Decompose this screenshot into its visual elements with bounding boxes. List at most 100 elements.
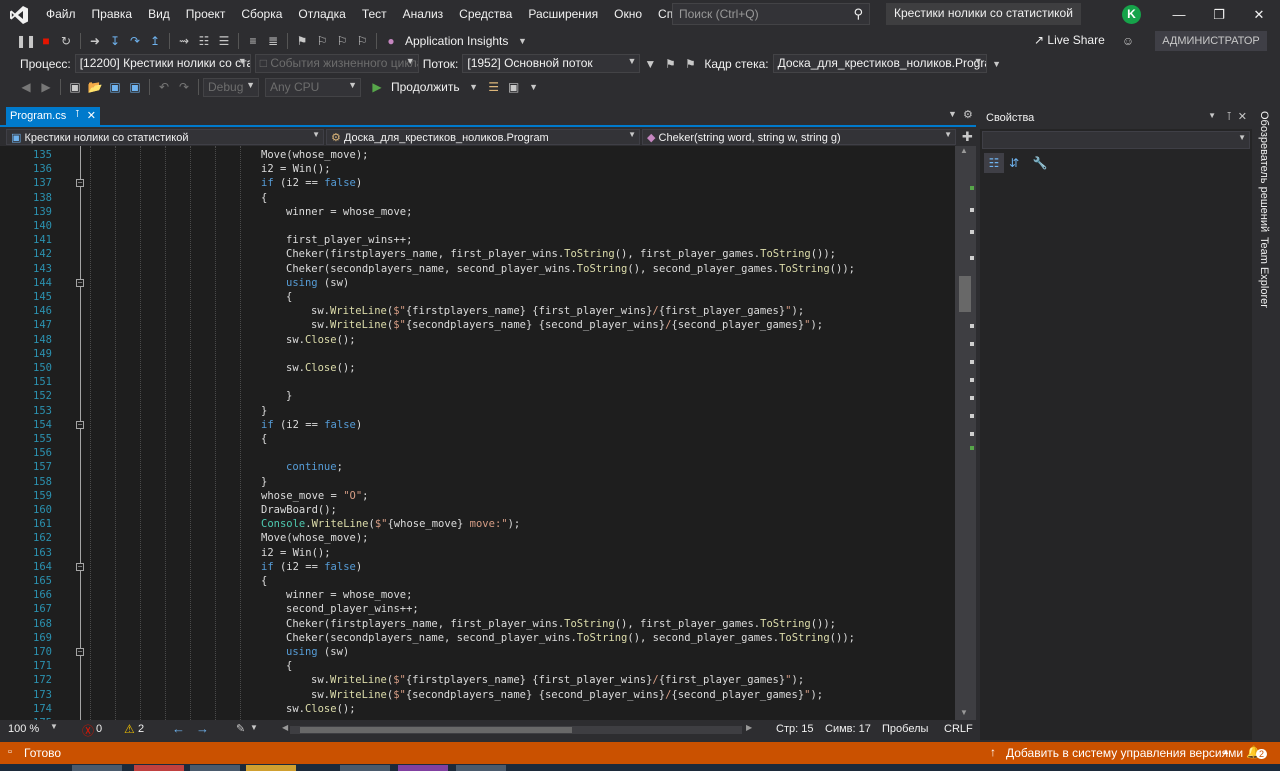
tab-program-cs[interactable]: Program.cs ⊺ ✕ bbox=[6, 107, 100, 127]
code-line[interactable]: 144 − using (sw) bbox=[0, 276, 955, 290]
cursor-line[interactable]: Стр: 15 bbox=[776, 723, 813, 735]
code-line[interactable]: 166 winner = whose_move; bbox=[0, 588, 955, 602]
taskbar-app[interactable] bbox=[456, 765, 506, 771]
code-line[interactable]: 145 { bbox=[0, 290, 955, 304]
code-line[interactable]: 164 − if (i2 == false) bbox=[0, 560, 955, 574]
open-file-icon[interactable]: 📂 bbox=[85, 77, 105, 97]
arrow-right-icon[interactable]: → bbox=[196, 721, 209, 736]
class-select[interactable]: ⚙ Доска_для_крестиков_ноликов.Program ▼ bbox=[326, 129, 640, 145]
restart-icon[interactable]: ↻ bbox=[56, 31, 76, 51]
arrow-left-icon[interactable]: ← bbox=[172, 721, 185, 736]
format-icon[interactable]: ≡ bbox=[243, 31, 263, 51]
minimize-icon[interactable]: — bbox=[1164, 0, 1194, 29]
code-line[interactable]: 174 sw.Close(); bbox=[0, 702, 955, 716]
code-line[interactable]: 170 − using (sw) bbox=[0, 645, 955, 659]
menu-item-9[interactable]: Расширения bbox=[520, 0, 606, 29]
toolbar-options-icon[interactable]: ▼ bbox=[987, 54, 1007, 74]
show-next-statement-icon[interactable]: ➜ bbox=[85, 31, 105, 51]
collapse-icon[interactable]: − bbox=[76, 420, 84, 429]
solution-explorer-tab[interactable]: Обозреватель решений bbox=[1258, 111, 1270, 232]
continue-icon[interactable]: ▶ bbox=[367, 77, 387, 97]
scroll-left-icon[interactable]: ◀ bbox=[282, 723, 288, 732]
feedback-icon[interactable]: ☺ bbox=[1118, 31, 1138, 51]
code-line[interactable]: 147 sw.WriteLine($"{secondplayers_name} {… bbox=[0, 318, 955, 332]
code-line[interactable]: 172 sw.WriteLine($"{firstplayers_name} {f… bbox=[0, 673, 955, 687]
next-bookmark-icon[interactable]: ⚐ bbox=[332, 31, 352, 51]
code-line[interactable]: 149 bbox=[0, 347, 955, 361]
project-select[interactable]: ▣ Крестики нолики со статистикой ▼ bbox=[6, 129, 324, 145]
code-line[interactable]: 153} bbox=[0, 404, 955, 418]
comment-icon[interactable]: ≣ bbox=[263, 31, 283, 51]
scroll-up-icon[interactable]: ▲ bbox=[960, 146, 968, 155]
menu-item-2[interactable]: Вид bbox=[140, 0, 178, 29]
search-icon[interactable]: ⚲ bbox=[853, 6, 863, 22]
code-line[interactable]: 161 Console.WriteLine($"{whose_move} move… bbox=[0, 517, 955, 531]
taskbar-app[interactable] bbox=[72, 765, 122, 771]
chevron-down-icon[interactable]: ▼ bbox=[512, 31, 532, 51]
hot-reload-icon[interactable]: ⇝ bbox=[174, 31, 194, 51]
scroll-right-icon[interactable]: ▶ bbox=[746, 723, 752, 732]
menu-item-5[interactable]: Отладка bbox=[290, 0, 353, 29]
menu-item-1[interactable]: Правка bbox=[84, 0, 141, 29]
member-select[interactable]: ◆ Cheker(string word, string w, string g… bbox=[642, 129, 956, 145]
menu-item-7[interactable]: Анализ bbox=[395, 0, 452, 29]
code-line[interactable]: 156 bbox=[0, 446, 955, 460]
filter-icon[interactable]: ▼ bbox=[640, 54, 660, 74]
cursor-column[interactable]: Симв: 17 bbox=[825, 723, 871, 735]
visual-studio-logo-icon[interactable] bbox=[0, 0, 38, 29]
line-endings[interactable]: CRLF bbox=[944, 723, 973, 735]
toolbar-options-icon[interactable]: ▼ bbox=[524, 77, 544, 97]
live-share-button[interactable]: ↗ Live Share bbox=[1034, 33, 1105, 47]
pin-icon[interactable]: ⊺ bbox=[75, 109, 80, 120]
menu-item-8[interactable]: Средства bbox=[451, 0, 520, 29]
brush-icon[interactable]: ✎ bbox=[236, 722, 245, 735]
error-count[interactable]: 0 bbox=[96, 723, 102, 735]
menu-item-4[interactable]: Сборка bbox=[233, 0, 290, 29]
chevron-down-icon[interactable]: ▼ bbox=[250, 723, 258, 732]
thread-select[interactable]: [1952] Основной поток ▼ bbox=[462, 54, 641, 73]
pin-icon[interactable]: ⊺ bbox=[1226, 110, 1232, 123]
code-line[interactable]: 139 winner = whose_move; bbox=[0, 205, 955, 219]
settings-gear-icon[interactable]: ⚙ bbox=[963, 108, 973, 121]
code-line[interactable]: 160 DrawBoard(); bbox=[0, 503, 955, 517]
threads-icon[interactable]: ☰ bbox=[214, 31, 234, 51]
editor-horizontal-scrollbar[interactable] bbox=[290, 726, 742, 734]
chevron-up-icon[interactable]: ▲ bbox=[1222, 747, 1230, 756]
team-explorer-tab[interactable]: Team Explorer bbox=[1258, 237, 1270, 308]
undo-icon[interactable]: ↶ bbox=[154, 77, 174, 97]
scroll-down-icon[interactable]: ▼ bbox=[960, 708, 968, 717]
navigate-back-icon[interactable]: ◀ bbox=[16, 77, 36, 97]
taskbar-app[interactable] bbox=[398, 765, 448, 771]
chevron-down-icon[interactable]: ▼ bbox=[1208, 111, 1216, 120]
taskbar-app[interactable] bbox=[190, 765, 240, 771]
warning-count[interactable]: 2 bbox=[138, 723, 144, 735]
code-line[interactable]: 173 sw.WriteLine($"{secondplayers_name} {… bbox=[0, 688, 955, 702]
hex-icon[interactable]: ☷ bbox=[194, 31, 214, 51]
categorized-icon[interactable]: ☷ bbox=[984, 153, 1004, 173]
code-editor[interactable]: 135 Move(whose_move); 136 i2 = Win(); 137 − if… bbox=[0, 146, 955, 720]
zoom-level[interactable]: 100 % bbox=[8, 723, 39, 735]
code-line[interactable]: 140 bbox=[0, 219, 955, 233]
stackframe-select[interactable]: Доска_для_крестиков_ноликов.Program ▼ bbox=[772, 54, 987, 73]
bookmark-icon[interactable]: ⚑ bbox=[292, 31, 312, 51]
code-line[interactable]: 151 bbox=[0, 375, 955, 389]
close-icon[interactable]: ✕ bbox=[1238, 110, 1247, 123]
search-input[interactable]: Поиск (Ctrl+Q) ⚲ bbox=[672, 3, 870, 25]
close-icon[interactable]: ✕ bbox=[1244, 0, 1274, 29]
code-line[interactable]: 159 whose_move = "O"; bbox=[0, 489, 955, 503]
collapse-icon[interactable]: − bbox=[76, 278, 84, 287]
editor-vertical-scrollbar[interactable]: ▲ ▼ bbox=[955, 146, 976, 720]
code-line[interactable]: 162 Move(whose_move); bbox=[0, 531, 955, 545]
indent-mode[interactable]: Пробелы bbox=[882, 723, 928, 735]
taskbar-app[interactable] bbox=[134, 765, 184, 771]
code-line[interactable]: 167 second_player_wins++; bbox=[0, 602, 955, 616]
code-line[interactable]: 136 i2 = Win(); bbox=[0, 162, 955, 176]
add-to-source-control-button[interactable]: Добавить в систему управления версиями bbox=[1006, 746, 1243, 760]
code-line[interactable]: 171 { bbox=[0, 659, 955, 673]
attach-icon[interactable]: ☰ bbox=[484, 77, 504, 97]
platform-select[interactable]: Any CPU ▼ bbox=[265, 77, 361, 97]
navigate-forward-icon[interactable]: ▶ bbox=[36, 77, 56, 97]
save-icon[interactable]: ▣ bbox=[105, 77, 125, 97]
configuration-select[interactable]: Debug ▼ bbox=[203, 77, 259, 97]
clear-bookmarks-icon[interactable]: ⚐ bbox=[352, 31, 372, 51]
